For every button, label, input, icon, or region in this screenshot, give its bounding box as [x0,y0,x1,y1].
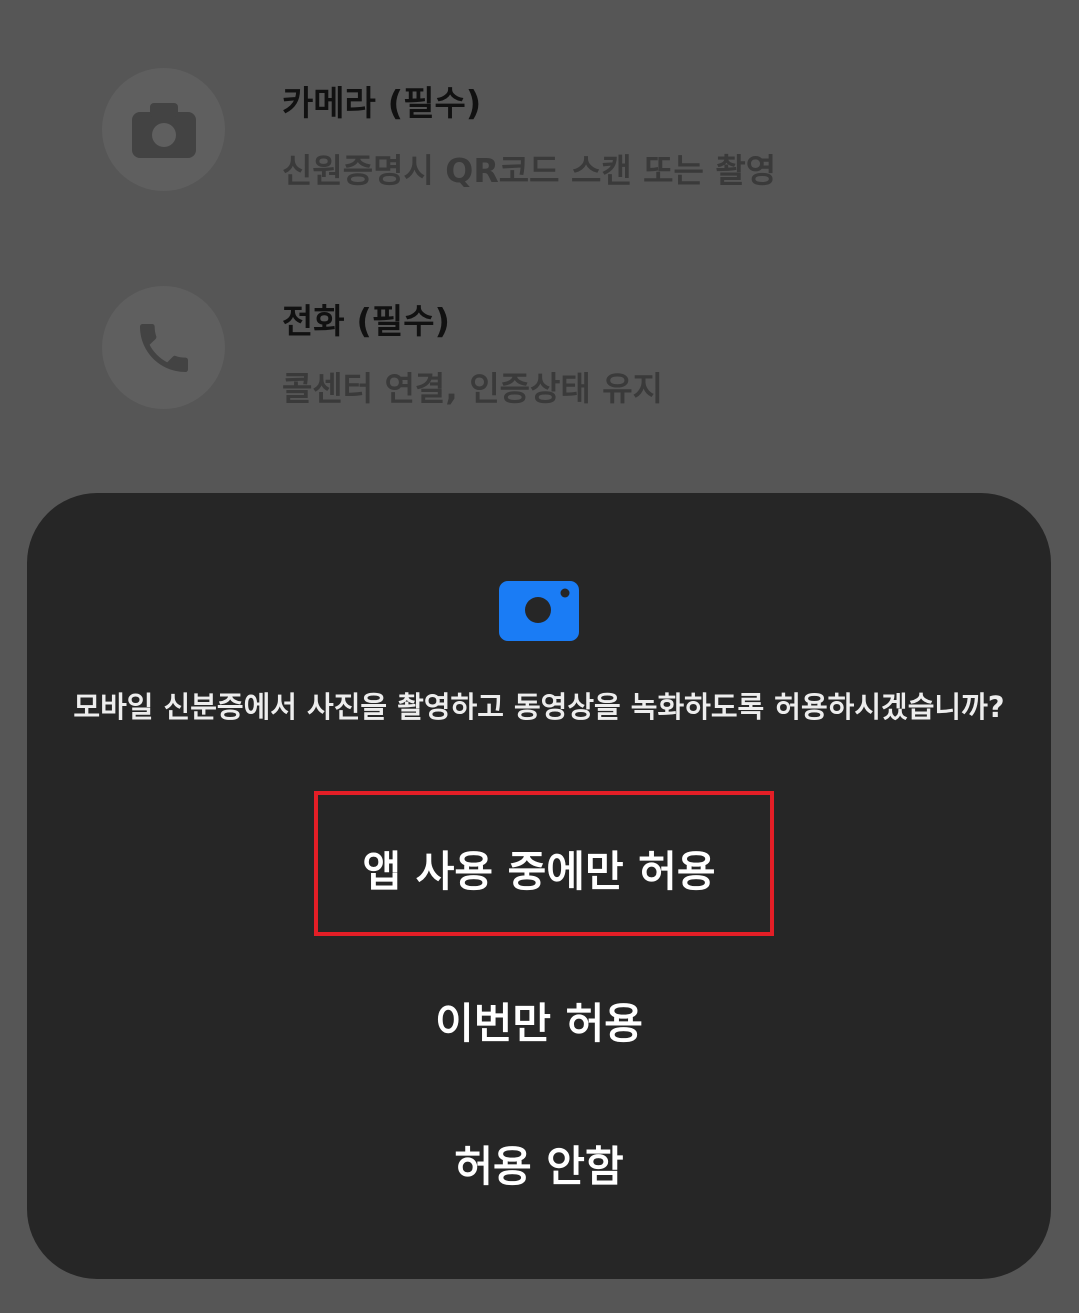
permission-title: 카메라 (필수) [282,84,482,124]
permission-title: 전화 (필수) [282,302,451,342]
allow-once-button[interactable]: 이번만 허용 [27,990,1051,1051]
camera-icon [499,581,579,641]
permission-item-phone: 전화 (필수) 콜센터 연결, 인증상태 유지 [0,278,1079,438]
permission-description: 콜센터 연결, 인증상태 유지 [282,369,663,408]
phone-icon [139,323,188,372]
permission-item-camera: 카메라 (필수) 신원증명시 QR코드 스캔 또는 촬영 [0,60,1079,220]
camera-icon-circle [102,68,225,191]
phone-icon-circle [102,286,225,409]
dialog-message: 모바일 신분증에서 사진을 촬영하고 동영상을 녹화하도록 허용하시겠습니까? [73,690,1005,724]
permission-description: 신원증명시 QR코드 스캔 또는 촬영 [282,151,777,190]
deny-button[interactable]: 허용 안함 [27,1133,1051,1194]
highlight-box [314,791,774,936]
camera-icon [131,102,196,158]
